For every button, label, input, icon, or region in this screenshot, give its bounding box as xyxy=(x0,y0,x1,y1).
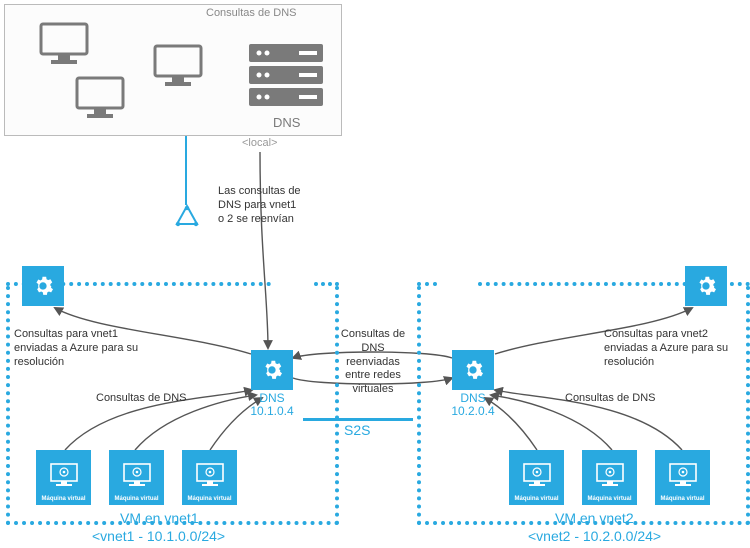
s2s-label: S2S xyxy=(344,422,370,440)
vm-caption: Máquina virtual xyxy=(109,496,164,502)
vm-caption: Máquina virtual xyxy=(36,496,91,502)
dns-gear-icon xyxy=(452,350,494,390)
vm-tile: Máquina virtual xyxy=(582,450,637,505)
monitor-icon xyxy=(153,44,203,88)
dns-gear-icon xyxy=(251,350,293,390)
vnet2-dns-ip: 10.2.0.4 xyxy=(448,404,498,419)
server-rack-icon xyxy=(249,44,323,117)
vnet1-cidr: <vnet1 - 10.1.0.0/24> xyxy=(92,528,225,546)
monitor-icon xyxy=(39,22,89,66)
forward-label: Las consultas de DNS para vnet1 o 2 se r… xyxy=(218,185,313,226)
monitor-icon xyxy=(75,76,125,120)
vm-caption: Máquina virtual xyxy=(582,496,637,502)
vm-tile: Máquina virtual xyxy=(36,450,91,505)
vm-caption: Máquina virtual xyxy=(655,496,710,502)
vm-tile: Máquina virtual xyxy=(182,450,237,505)
vnet1-resolve-label: Consultas para vnet1 enviadas a Azure pa… xyxy=(14,328,144,369)
vnet2-resolve-label: Consultas para vnet2 enviadas a Azure pa… xyxy=(604,328,734,369)
vnet1-query-label: Consultas de DNS xyxy=(96,392,187,406)
vm-caption: Máquina virtual xyxy=(509,496,564,502)
vnet1-title: VM en vnet1 xyxy=(120,510,199,528)
intervnet-label: Consultas de DNS reenviadas entre redes … xyxy=(334,328,412,397)
vm-tile: Máquina virtual xyxy=(655,450,710,505)
s2s-link xyxy=(303,418,413,421)
vm-tile: Máquina virtual xyxy=(109,450,164,505)
vm-caption: Máquina virtual xyxy=(182,496,237,502)
onprem-query-label: Consultas de DNS xyxy=(206,7,297,21)
onprem-dns-label: DNS xyxy=(273,115,300,131)
onprem-local-tag: <local> xyxy=(242,137,277,151)
vnet2-title: VM en vnet2 xyxy=(555,510,634,528)
azure-gear-icon xyxy=(22,266,64,306)
vnet2-query-label: Consultas de DNS xyxy=(565,392,656,406)
network-node-icon xyxy=(176,205,198,227)
azure-gear-icon xyxy=(685,266,727,306)
vm-tile: Máquina virtual xyxy=(509,450,564,505)
vnet1-dns-ip: 10.1.0.4 xyxy=(247,404,297,419)
vnet2-cidr: <vnet2 - 10.2.0.0/24> xyxy=(528,528,661,546)
